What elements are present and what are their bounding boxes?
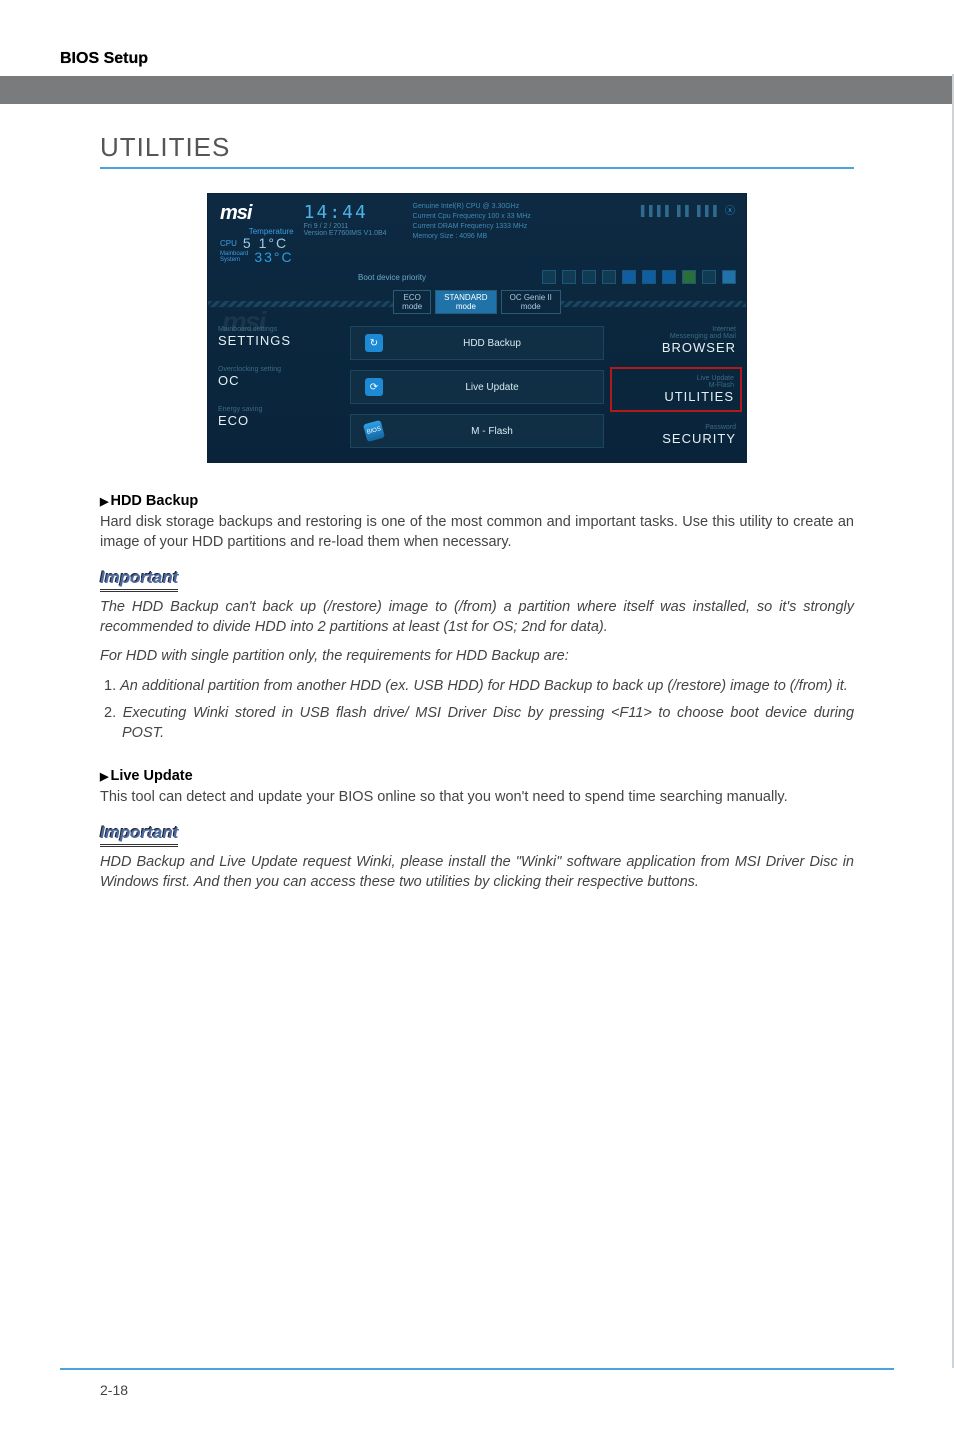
nav-utilities-label: UTILITIES [618,389,734,404]
mode-eco[interactable]: ECO mode [393,290,431,314]
system-label: Mainboard System [220,251,248,263]
row-hdd-backup[interactable]: ↻ HDD Backup [350,326,604,360]
li1-text: An additional partition from another HDD… [120,678,848,694]
clock-date: Fri 9 / 2 / 2011 [304,223,387,230]
nav-utilities[interactable]: Live Update M-Flash UTILITIES [616,373,736,406]
right-nav: Internet Messenging and Mail BROWSER Liv… [616,326,736,448]
nav-oc[interactable]: Overclocking setting OC [218,366,338,388]
li2-num: 2. [104,705,123,721]
center-list: ↻ HDD Backup ⟳ Live Update BIOS M - Flas… [350,326,604,448]
cpu-info-line4: Memory Size : 4096 MB [413,232,531,242]
header: BIOS Setup [60,50,894,68]
mode-tabs: ECO mode STANDARD mode OC Genie II mode [393,290,561,314]
bios-topbar: msi Temperature CPU 5 1°C Mainboard Syst… [208,194,746,268]
list-item-1: 1. An additional partition from another … [100,677,854,697]
bios-body: Mainboard settings SETTINGS Overclocking… [208,320,746,462]
bios-mid-info: 14:44 Fri 9 / 2 / 2011 Version E7760IMS … [304,202,606,264]
nav-oc-label: OC [218,373,338,388]
live-update-body: This tool can detect and update your BIO… [100,788,854,808]
boot-icon[interactable] [542,270,556,284]
li1-num: 1. [104,678,120,694]
boot-icon-usb[interactable] [642,270,656,284]
cpu-info-line2: Current Cpu Frequency 100 x 33 MHz [413,212,531,222]
header-title: BIOS Setup [60,50,894,68]
important-label-1: Important [100,568,178,592]
cpu-info-line3: Current DRAM Frequency 1333 MHz [413,222,531,232]
grey-band [0,76,954,104]
hdd-backup-icon: ↻ [365,334,383,352]
nav-security[interactable]: Password SECURITY [616,424,736,446]
barcode-icon: ▌▌▌▌ ▌▌ ▌▌▌ ⓧ [616,202,736,264]
hdd-backup-body: Hard disk storage backups and restoring … [100,513,854,552]
list-item-2: 2. Executing Winki stored in USB flash d… [100,704,854,743]
important-block-2: HDD Backup and Live Update request Winki… [100,853,854,892]
hdd-backup-head-text: HDD Backup [110,493,198,509]
cpu-temp: 5 1°C [243,236,288,250]
mflash-label: M - Flash [395,426,589,437]
boot-icon-expand[interactable] [722,270,736,284]
boot-icon[interactable] [582,270,596,284]
boot-icon-green[interactable] [682,270,696,284]
nav-eco[interactable]: Energy saving ECO [218,406,338,428]
msi-watermark: msi [222,306,264,338]
triangle-icon: ▶ [100,496,108,508]
bios-ui: msi Temperature CPU 5 1°C Mainboard Syst… [207,193,747,463]
nav-utilities-sub: Live Update M-Flash [618,375,734,389]
hatch-right [561,301,746,307]
system-temp: 33°C [254,250,293,264]
important-label-2: Important [100,823,178,847]
boot-icon-usb[interactable] [662,270,676,284]
boot-icon[interactable] [702,270,716,284]
utilities-heading: UTILITIES [100,132,854,169]
live-update-icon: ⟳ [365,378,383,396]
hdd-backup-heading: ▶HDD Backup [100,493,854,509]
cpu-label: CPU [220,239,237,248]
bios-version: Version E7760IMS V1.0B4 [304,230,387,237]
page: BIOS Setup UTILITIES msi Temperature CPU… [0,0,954,1432]
nav-browser-label: BROWSER [616,340,736,355]
triangle-icon: ▶ [100,771,108,783]
nav-eco-label: ECO [218,413,338,428]
mode-standard[interactable]: STANDARD mode [435,290,496,314]
hdd-backup-label: HDD Backup [395,338,589,349]
boot-priority-row: Boot device priority [208,268,746,288]
row-live-update[interactable]: ⟳ Live Update [350,370,604,404]
mode-ocgenie[interactable]: OC Genie II mode [501,290,561,314]
boot-priority-label: Boot device priority [358,273,536,282]
bios-left-info: msi Temperature CPU 5 1°C Mainboard Syst… [220,202,294,264]
nav-eco-sub: Energy saving [218,406,338,413]
page-number: 2-18 [100,1382,128,1398]
row-mflash[interactable]: BIOS M - Flash [350,414,604,448]
important-1-p2: For HDD with single partition only, the … [100,647,854,667]
live-update-head-text: Live Update [110,768,192,784]
mflash-icon: BIOS [363,420,385,442]
nav-browser[interactable]: Internet Messenging and Mail BROWSER [616,326,736,355]
live-update-heading: ▶Live Update [100,768,854,784]
bios-screenshot-wrap: msi Temperature CPU 5 1°C Mainboard Syst… [100,193,854,463]
nav-browser-sub: Internet Messenging and Mail [616,326,736,340]
nav-security-sub: Password [616,424,736,431]
content: UTILITIES msi Temperature CPU 5 1°C [60,104,894,892]
footer-rule [60,1368,894,1370]
nav-security-label: SECURITY [616,431,736,446]
boot-icon[interactable] [562,270,576,284]
left-nav: Mainboard settings SETTINGS Overclocking… [218,326,338,448]
cpu-info-line1: Genuine Intel(R) CPU @ 3.30GHz [413,202,531,212]
important-2-p1: HDD Backup and Live Update request Winki… [100,853,854,892]
li2-text: Executing Winki stored in USB flash driv… [122,705,854,741]
nav-oc-sub: Overclocking setting [218,366,338,373]
important-block-1: The HDD Backup can't back up (/restore) … [100,598,854,667]
boot-icon-usb[interactable] [622,270,636,284]
important-1-p1: The HDD Backup can't back up (/restore) … [100,598,854,637]
cpu-info: Genuine Intel(R) CPU @ 3.30GHz Current C… [413,202,531,242]
msi-logo: msi [220,202,294,225]
live-update-label: Live Update [395,382,589,393]
clock: 14:44 [304,202,387,223]
boot-icon[interactable] [602,270,616,284]
